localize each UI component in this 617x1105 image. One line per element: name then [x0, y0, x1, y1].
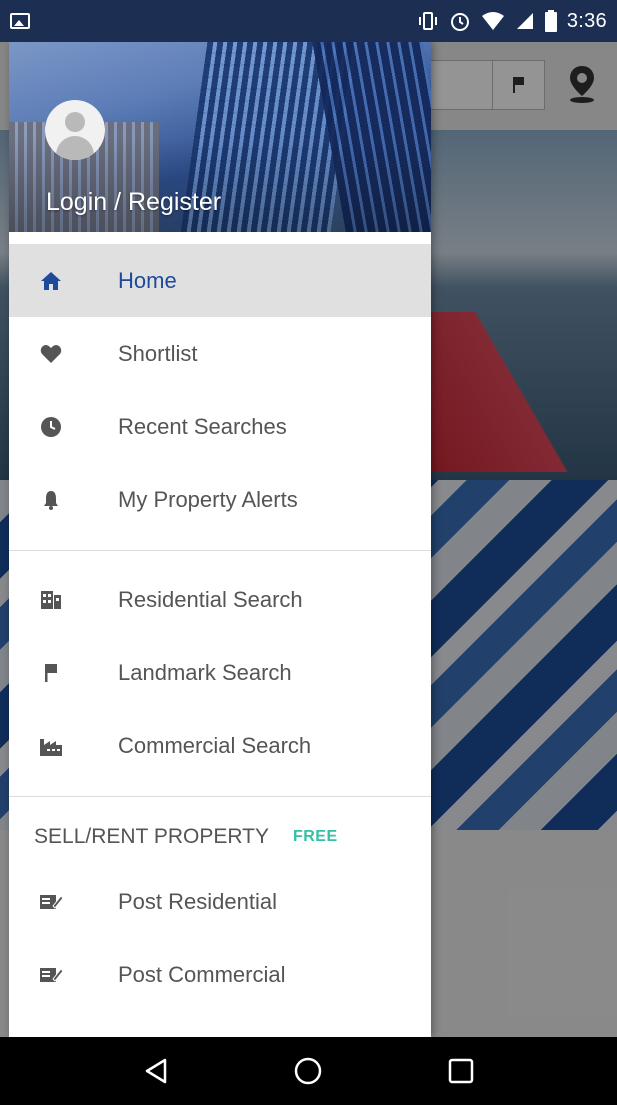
section-sell-rent-title: SELL/RENT PROPERTY FREE [9, 809, 431, 865]
menu-item-post-commercial[interactable]: Post Commercial [9, 938, 431, 1011]
menu-label: Post Commercial [118, 961, 286, 987]
menu-item-commercial-search[interactable]: Commercial Search [9, 709, 431, 782]
vibrate-icon [418, 12, 437, 30]
drawer-header: Login / Register [9, 42, 431, 232]
drawer-menu: Home Shortlist Recent Searches My Proper… [9, 244, 431, 1037]
navigation-drawer: Login / Register Home Shortlist Recent S… [9, 42, 431, 1037]
clock-time: 3:36 [566, 9, 607, 32]
heart-icon [37, 340, 65, 368]
free-badge: FREE [292, 828, 338, 845]
alarm-icon [450, 13, 469, 31]
menu-item-shortlist[interactable]: Shortlist [9, 317, 431, 390]
flag-icon [37, 659, 65, 687]
image-notification-icon [10, 13, 30, 29]
menu-label: Recent Searches [118, 413, 287, 439]
login-register-link[interactable]: Login / Register [46, 188, 221, 217]
menu-item-partial-next[interactable] [9, 1011, 431, 1037]
section-title-text: SELL/RENT PROPERTY [34, 825, 269, 848]
recents-button[interactable] [431, 1041, 491, 1101]
battery-icon [544, 10, 557, 32]
home-circle-icon [295, 1057, 322, 1085]
menu-item-landmark-search[interactable]: Landmark Search [9, 636, 431, 709]
menu-divider [9, 550, 431, 551]
menu-item-post-residential[interactable]: Post Residential [9, 865, 431, 938]
menu-item-residential-search[interactable]: Residential Search [9, 563, 431, 636]
cell-signal-icon [516, 13, 533, 29]
menu-label: Residential Search [118, 586, 303, 612]
edit-form-icon [37, 888, 65, 916]
bell-icon [37, 486, 65, 514]
menu-item-property-alerts[interactable]: My Property Alerts [9, 463, 431, 536]
menu-label: Post Residential [118, 888, 277, 914]
status-bar: 3:36 [0, 0, 617, 42]
menu-label: Commercial Search [118, 732, 312, 758]
building-icon [37, 586, 65, 614]
back-button[interactable] [126, 1041, 186, 1101]
menu-divider [9, 796, 431, 797]
wifi-icon [481, 12, 504, 30]
home-button[interactable] [278, 1041, 338, 1101]
menu-item-home[interactable]: Home [9, 244, 431, 317]
menu-label: Landmark Search [118, 659, 292, 685]
menu-label: My Property Alerts [118, 486, 298, 512]
back-icon [145, 1058, 167, 1084]
edit-form-icon [37, 961, 65, 989]
system-navigation-bar [0, 1037, 617, 1105]
clock-icon [37, 413, 65, 441]
home-icon [37, 267, 65, 295]
recents-square-icon [448, 1058, 474, 1084]
factory-icon [37, 732, 65, 760]
menu-label: Shortlist [118, 340, 198, 366]
menu-label: Home [118, 267, 177, 293]
avatar[interactable] [45, 100, 105, 160]
menu-item-recent-searches[interactable]: Recent Searches [9, 390, 431, 463]
